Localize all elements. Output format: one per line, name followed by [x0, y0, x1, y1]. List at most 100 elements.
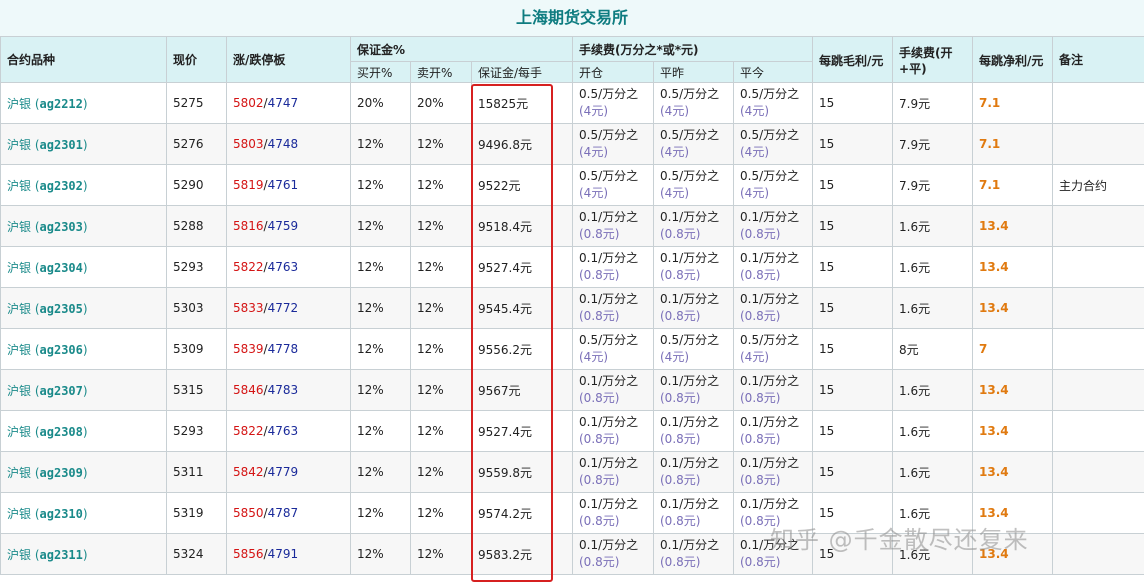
- table-row: 沪银 (ag2308) 5293 5822/4763 12% 12% 9527.…: [0, 410, 1144, 452]
- price-cell: 5293: [166, 246, 227, 288]
- tick-gross-cell: 15: [812, 410, 894, 452]
- fee-open-cell: 0.1/万分之 (0.8元): [572, 246, 654, 288]
- margin-per-lot-cell: 9583.2元: [471, 533, 573, 575]
- contract-link[interactable]: 沪银 (ag2310): [0, 492, 167, 534]
- price-cell: 5276: [166, 123, 227, 165]
- tick-gross-cell: 15: [812, 123, 894, 165]
- tick-gross-cell: 15: [812, 451, 894, 493]
- table-row: 沪银 (ag2302) 5290 5819/4761 12% 12% 9522元…: [0, 164, 1144, 206]
- margin-buy-cell: 20%: [350, 82, 411, 124]
- limit-cell: 5846/4783: [226, 369, 351, 411]
- header-margin-buy: 买开%: [350, 61, 411, 83]
- fee-open-cell: 0.1/万分之 (0.8元): [572, 492, 654, 534]
- note-cell: [1052, 123, 1144, 165]
- price-cell: 5311: [166, 451, 227, 493]
- price-cell: 5288: [166, 205, 227, 247]
- fee-round-cell: 8元: [892, 328, 974, 370]
- header-tick-net: 每跳净利/元: [972, 36, 1054, 83]
- fee-close-today-cell: 0.1/万分之 (0.8元): [732, 492, 814, 534]
- margin-per-lot-cell: 9545.4元: [471, 287, 573, 329]
- fee-close-yesterday-cell: 0.5/万分之 (4元): [653, 328, 734, 370]
- fee-close-yesterday-cell: 0.1/万分之 (0.8元): [653, 410, 734, 452]
- tick-net-cell: 13.4: [972, 410, 1054, 452]
- fee-close-yesterday-cell: 0.1/万分之 (0.8元): [653, 369, 734, 411]
- tick-net-cell: 13.4: [972, 287, 1054, 329]
- margin-buy-cell: 12%: [350, 492, 411, 534]
- exchange-title: 上海期货交易所: [0, 0, 1144, 37]
- tick-net-cell: 7.1: [972, 82, 1054, 124]
- contract-link[interactable]: 沪银 (ag2303): [0, 205, 167, 247]
- contract-link[interactable]: 沪银 (ag2304): [0, 246, 167, 288]
- margin-buy-cell: 12%: [350, 123, 411, 165]
- contract-link[interactable]: 沪银 (ag2311): [0, 533, 167, 575]
- header-fee-round: 手续费(开+平): [892, 36, 974, 83]
- tick-net-cell: 13.4: [972, 369, 1054, 411]
- margin-sell-cell: 12%: [410, 492, 472, 534]
- table-row: 沪银 (ag2303) 5288 5816/4759 12% 12% 9518.…: [0, 205, 1144, 247]
- fee-close-yesterday-cell: 0.5/万分之 (4元): [653, 123, 734, 165]
- margin-buy-cell: 12%: [350, 410, 411, 452]
- fee-open-cell: 0.5/万分之 (4元): [572, 164, 654, 206]
- table-row: 沪银 (ag2311) 5324 5856/4791 12% 12% 9583.…: [0, 533, 1144, 575]
- tick-gross-cell: 15: [812, 492, 894, 534]
- fee-close-yesterday-cell: 0.1/万分之 (0.8元): [653, 287, 734, 329]
- contract-link[interactable]: 沪银 (ag2308): [0, 410, 167, 452]
- table-body: 沪银 (ag2212) 5275 5802/4747 20% 20% 15825…: [0, 82, 1144, 575]
- fee-open-cell: 0.1/万分之 (0.8元): [572, 410, 654, 452]
- fee-round-cell: 7.9元: [892, 164, 974, 206]
- tick-gross-cell: 15: [812, 287, 894, 329]
- tick-gross-cell: 15: [812, 164, 894, 206]
- contract-link[interactable]: 沪银 (ag2309): [0, 451, 167, 493]
- fee-open-cell: 0.1/万分之 (0.8元): [572, 369, 654, 411]
- margin-sell-cell: 12%: [410, 328, 472, 370]
- margin-sell-cell: 12%: [410, 533, 472, 575]
- margin-per-lot-cell: 9559.8元: [471, 451, 573, 493]
- margin-buy-cell: 12%: [350, 451, 411, 493]
- margin-per-lot-cell: 9556.2元: [471, 328, 573, 370]
- fee-close-today-cell: 0.5/万分之 (4元): [732, 82, 814, 124]
- fee-close-today-cell: 0.1/万分之 (0.8元): [732, 410, 814, 452]
- margin-buy-cell: 12%: [350, 164, 411, 206]
- price-cell: 5293: [166, 410, 227, 452]
- fee-round-cell: 1.6元: [892, 410, 974, 452]
- note-cell: [1052, 533, 1144, 575]
- tick-net-cell: 7.1: [972, 164, 1054, 206]
- fee-open-cell: 0.5/万分之 (4元): [572, 123, 654, 165]
- margin-per-lot-cell: 9496.8元: [471, 123, 573, 165]
- fee-close-yesterday-cell: 0.1/万分之 (0.8元): [653, 246, 734, 288]
- price-cell: 5324: [166, 533, 227, 575]
- fee-round-cell: 1.6元: [892, 533, 974, 575]
- price-cell: 5290: [166, 164, 227, 206]
- contract-link[interactable]: 沪银 (ag2306): [0, 328, 167, 370]
- tick-net-cell: 13.4: [972, 451, 1054, 493]
- note-cell: [1052, 82, 1144, 124]
- contract-link[interactable]: 沪银 (ag2301): [0, 123, 167, 165]
- limit-cell: 5803/4748: [226, 123, 351, 165]
- price-cell: 5315: [166, 369, 227, 411]
- table-row: 沪银 (ag2301) 5276 5803/4748 12% 12% 9496.…: [0, 123, 1144, 165]
- note-cell: [1052, 492, 1144, 534]
- tick-gross-cell: 15: [812, 82, 894, 124]
- fee-round-cell: 7.9元: [892, 123, 974, 165]
- fee-open-cell: 0.5/万分之 (4元): [572, 82, 654, 124]
- margin-sell-cell: 20%: [410, 82, 472, 124]
- fee-close-today-cell: 0.1/万分之 (0.8元): [732, 287, 814, 329]
- margin-buy-cell: 12%: [350, 328, 411, 370]
- fee-close-today-cell: 0.1/万分之 (0.8元): [732, 533, 814, 575]
- contract-link[interactable]: 沪银 (ag2305): [0, 287, 167, 329]
- fee-open-cell: 0.1/万分之 (0.8元): [572, 533, 654, 575]
- margin-per-lot-cell: 9518.4元: [471, 205, 573, 247]
- contract-link[interactable]: 沪银 (ag2212): [0, 82, 167, 124]
- header-limit: 涨/跌停板: [226, 36, 351, 83]
- fee-close-today-cell: 0.5/万分之 (4元): [732, 123, 814, 165]
- margin-sell-cell: 12%: [410, 123, 472, 165]
- margin-per-lot-cell: 9574.2元: [471, 492, 573, 534]
- note-cell: [1052, 287, 1144, 329]
- contract-link[interactable]: 沪银 (ag2302): [0, 164, 167, 206]
- fee-close-today-cell: 0.5/万分之 (4元): [732, 328, 814, 370]
- table-row: 沪银 (ag2305) 5303 5833/4772 12% 12% 9545.…: [0, 287, 1144, 329]
- fee-round-cell: 7.9元: [892, 82, 974, 124]
- tick-net-cell: 7.1: [972, 123, 1054, 165]
- tick-gross-cell: 15: [812, 328, 894, 370]
- contract-link[interactable]: 沪银 (ag2307): [0, 369, 167, 411]
